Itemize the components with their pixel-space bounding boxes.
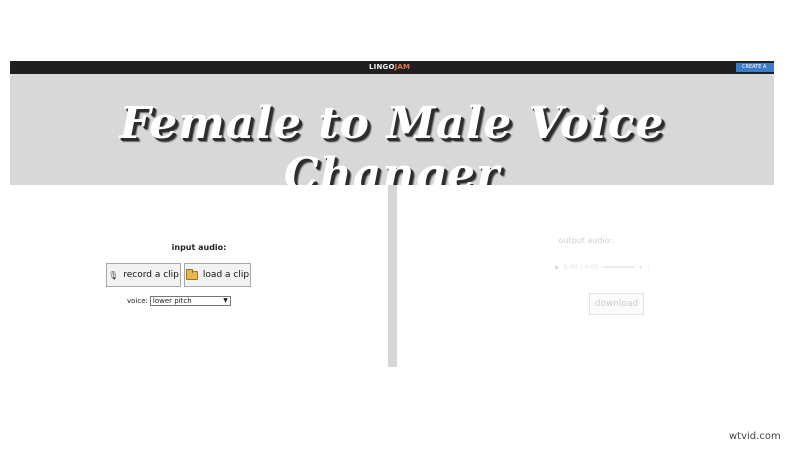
voice-select[interactable]: lower pitch ▼ [149,296,231,306]
top-bar: LINGOJAM CREATE A [10,61,774,74]
logo-accent-text: JAM [394,63,411,71]
output-panel: output audio: ▶ 0:00 / 0:00 ◂ ⋮ download [397,185,774,367]
progress-bar[interactable] [602,266,635,268]
load-clip-button[interactable]: load a clip [184,263,251,287]
mic-icon: 🎙 [108,270,119,280]
panel-divider [388,185,397,367]
banner: Female to Male Voice Changer [10,74,774,200]
output-audio-label: output audio: [558,236,613,245]
chevron-down-icon: ▼ [223,297,228,304]
voice-row: voice: lower pitch ▼ [127,296,231,306]
load-clip-label: load a clip [202,270,250,280]
play-icon[interactable]: ▶ [555,264,560,271]
more-options-icon[interactable]: ⋮ [646,264,652,271]
volume-icon[interactable]: ◂ [639,264,642,271]
voice-label: voice: [127,297,148,305]
input-panel: input audio: 🎙 record a clip load a clip… [10,185,388,367]
logo-main-text: LINGO [369,63,395,71]
app-frame: LINGOJAM CREATE A Female to Male Voice C… [10,61,774,367]
create-account-button[interactable]: CREATE A [736,63,774,72]
record-clip-label: record a clip [123,270,179,280]
download-button[interactable]: download [589,293,644,315]
player-time: 0:00 / 0:00 [563,263,599,271]
audio-player[interactable]: ▶ 0:00 / 0:00 ◂ ⋮ [555,262,675,272]
input-audio-label: input audio: [171,243,227,252]
voice-selected-value: lower pitch [152,297,192,305]
watermark: wtvid.com [729,431,781,442]
folder-icon [185,268,198,280]
logo[interactable]: LINGOJAM [369,63,410,71]
record-clip-button[interactable]: 🎙 record a clip [106,263,181,287]
